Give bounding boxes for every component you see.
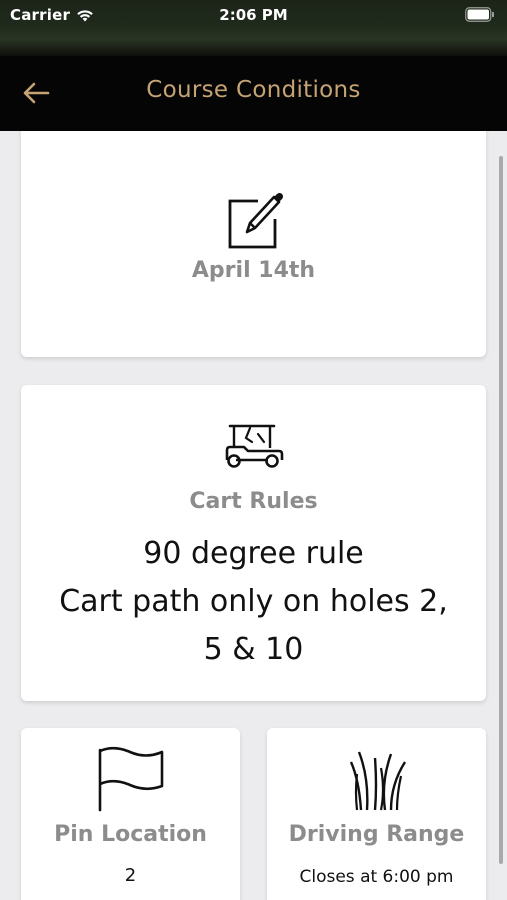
conditions-list[interactable]: April 14th Cart Rules 90 degree rule Car… <box>0 131 507 900</box>
flag-icon <box>98 746 163 812</box>
status-bar: Carrier 2:06 PM <box>0 0 507 56</box>
pin-location-card: Pin Location 2 <box>21 728 240 900</box>
cart-rules-card: Cart Rules 90 degree rule Cart path only… <box>21 385 486 701</box>
date-card: April 14th <box>21 131 486 357</box>
navigation-bar: Course Conditions <box>0 56 507 131</box>
cart-rule-line: 5 & 10 <box>203 632 304 667</box>
driving-range-value: Closes at 6:00 pm <box>299 867 454 887</box>
status-time: 2:06 PM <box>219 6 288 24</box>
driving-range-label: Driving Range <box>288 822 465 847</box>
pin-location-label: Pin Location <box>54 822 207 847</box>
edit-icon <box>228 192 283 249</box>
cart-rule-line: Cart path only on holes 2, <box>59 584 448 619</box>
pin-location-value: 2 <box>124 865 137 886</box>
grass-icon <box>349 751 406 811</box>
cart-rule-line: 90 degree rule <box>143 536 364 571</box>
page-title: Course Conditions <box>146 77 361 103</box>
golf-cart-icon <box>225 424 283 468</box>
battery-icon <box>465 7 494 22</box>
driving-range-card: Driving Range Closes at 6:00 pm <box>267 728 486 900</box>
date-label: April 14th <box>191 258 316 283</box>
cart-rules-label: Cart Rules <box>189 489 318 514</box>
scrollbar[interactable] <box>499 156 503 864</box>
